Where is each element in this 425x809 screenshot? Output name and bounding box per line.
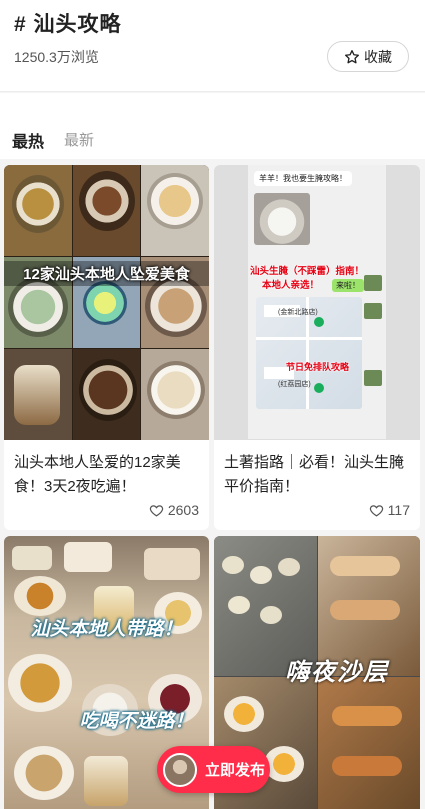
tab-latest[interactable]: 最新: [64, 129, 94, 150]
avatar: [163, 752, 197, 787]
map-label: (金新北路店): [278, 309, 318, 316]
note-card[interactable]: 12家汕头本地人坠爱美食 汕头本地人坠爱的12家美食！3天2夜吃遍！ 2603: [4, 165, 209, 530]
cover-overlay-text: 汕头本地人带路！: [30, 619, 183, 640]
avatar: [364, 303, 382, 319]
like-count-value: 117: [387, 502, 410, 518]
chat-bubble: 羊羊！我也要生腌攻略！: [254, 171, 352, 186]
map-label: (红荔园店): [278, 381, 311, 388]
collect-button[interactable]: 收藏: [327, 41, 409, 72]
view-count: 1250.3万浏览: [14, 49, 99, 65]
chat-red-text: 节日免排队攻略: [286, 362, 350, 372]
note-card[interactable]: 羊羊！我也要生腌攻略！ 汕头生腌（不踩雷）指南！ 本地人亲选！ 来啦！ (金新北…: [214, 165, 420, 530]
cover-overlay-text: 12家汕头本地人坠爱美食: [4, 261, 209, 286]
cat-photo: [254, 193, 310, 245]
avatar: [364, 370, 382, 386]
publish-button[interactable]: 立即发布: [157, 746, 270, 793]
chat-red-text: 汕头生腌（不踩雷）指南！: [250, 266, 365, 277]
topic-title: # 汕头攻略: [14, 13, 122, 36]
sort-tabs: 最热 最新: [0, 93, 425, 159]
avatar: [364, 275, 382, 291]
note-title: 汕头本地人坠爱的12家美食！3天2夜吃遍！: [14, 454, 181, 495]
tab-hot[interactable]: 最热: [12, 128, 44, 152]
heart-icon: [369, 504, 383, 517]
star-icon: [345, 49, 359, 63]
like-count-value: 2603: [167, 502, 199, 518]
chat-reply: 来啦！: [332, 279, 364, 292]
chat-red-text: 本地人亲选！: [262, 280, 320, 291]
collect-label: 收藏: [364, 48, 392, 65]
note-cover-image: 12家汕头本地人坠爱美食: [4, 165, 209, 440]
cover-overlay-text: 吃喝不迷路！: [79, 711, 194, 732]
note-cover-image: 羊羊！我也要生腌攻略！ 汕头生腌（不踩雷）指南！ 本地人亲选！ 来啦！ (金新北…: [214, 165, 420, 440]
cover-overlay-text: 嗨夜沙层: [285, 659, 389, 686]
heart-icon: [149, 504, 164, 517]
topic-header: # 汕头攻略 1250.3万浏览 收藏: [0, 0, 425, 92]
like-count[interactable]: 2603: [149, 502, 199, 518]
note-title: 土著指路｜必看！汕头生腌平价指南！: [224, 454, 405, 495]
like-count[interactable]: 117: [369, 502, 410, 518]
chat-screenshot: 羊羊！我也要生腌攻略！ 汕头生腌（不踩雷）指南！ 本地人亲选！ 来啦！ (金新北…: [248, 165, 386, 439]
publish-label: 立即发布: [205, 762, 266, 779]
